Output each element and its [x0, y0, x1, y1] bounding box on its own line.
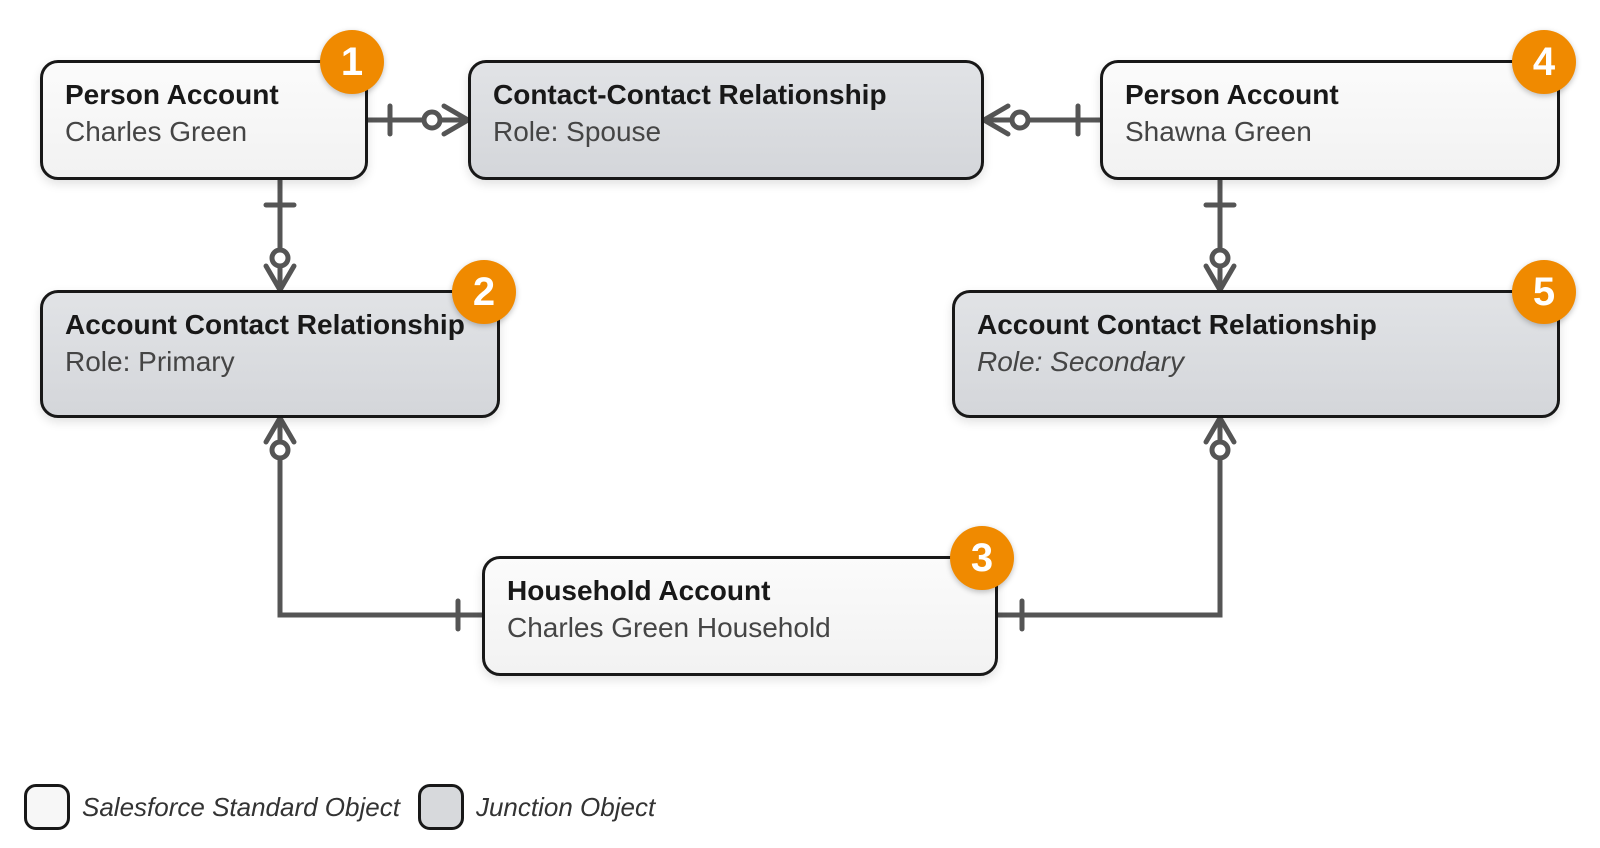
node-subtitle: Role: Secondary [977, 344, 1535, 379]
legend-label: Salesforce Standard Object [82, 792, 400, 823]
node-title: Account Contact Relationship [977, 307, 1535, 342]
node-title: Household Account [507, 573, 973, 608]
legend-item-junction: Junction Object [418, 784, 655, 830]
legend-swatch-standard [24, 784, 70, 830]
node-acr-primary: Account Contact Relationship Role: Prima… [40, 290, 500, 418]
node-title: Person Account [65, 77, 343, 112]
badge-1: 1 [320, 30, 384, 94]
node-acr-secondary: Account Contact Relationship Role: Secon… [952, 290, 1560, 418]
badge-4: 4 [1512, 30, 1576, 94]
node-contact-contact-relationship: Contact-Contact Relationship Role: Spous… [468, 60, 984, 180]
badge-3: 3 [950, 526, 1014, 590]
legend-label: Junction Object [476, 792, 655, 823]
node-subtitle: Charles Green Household [507, 610, 973, 645]
node-title: Contact-Contact Relationship [493, 77, 959, 112]
legend-swatch-junction [418, 784, 464, 830]
legend: Salesforce Standard Object Junction Obje… [24, 784, 655, 830]
node-subtitle: Charles Green [65, 114, 343, 149]
legend-item-standard: Salesforce Standard Object [24, 784, 400, 830]
badge-5: 5 [1512, 260, 1576, 324]
node-household-account: Household Account Charles Green Househol… [482, 556, 998, 676]
node-subtitle: Role: Primary [65, 344, 475, 379]
diagram-canvas: Person Account Charles Green 1 Contact-C… [0, 0, 1600, 848]
node-subtitle: Shawna Green [1125, 114, 1535, 149]
badge-2: 2 [452, 260, 516, 324]
node-subtitle: Role: Spouse [493, 114, 959, 149]
node-title: Person Account [1125, 77, 1535, 112]
node-title: Account Contact Relationship [65, 307, 475, 342]
node-person-account-charles: Person Account Charles Green [40, 60, 368, 180]
node-person-account-shawna: Person Account Shawna Green [1100, 60, 1560, 180]
